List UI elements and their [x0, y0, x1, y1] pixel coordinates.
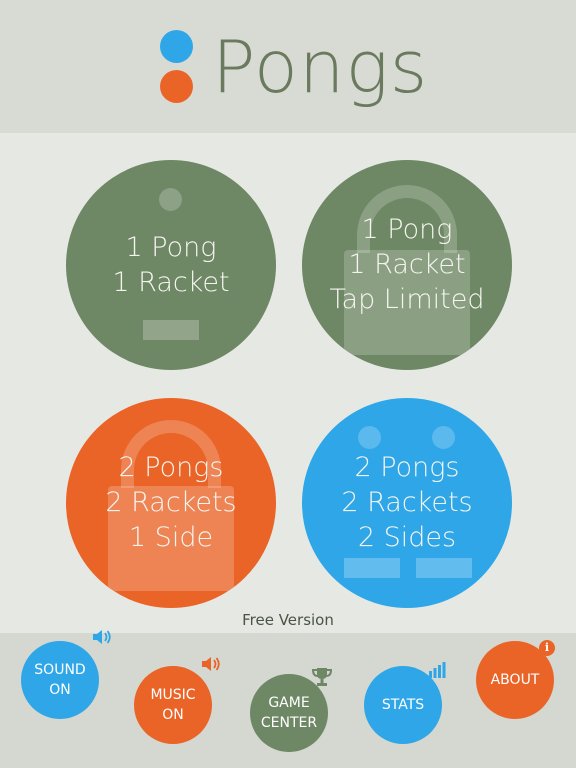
mode-line: 2 Rackets — [105, 487, 237, 518]
pong-ball-icon — [358, 426, 381, 449]
bar-chart-icon — [429, 662, 446, 678]
mode-3-one-side-button[interactable]: 2 Pongs 2 Rackets 1 Side — [66, 398, 276, 608]
mode-4-two-sides-button[interactable]: 2 Pongs 2 Rackets 2 Sides — [302, 398, 512, 608]
logo-orange-dot — [160, 70, 193, 103]
version-label: Free Version — [242, 611, 334, 629]
trophy-icon — [311, 668, 333, 686]
speaker-icon — [93, 630, 111, 644]
logo-blue-dot — [160, 30, 193, 63]
music-toggle-button[interactable]: MUSIC ON — [134, 666, 212, 744]
stats-label: STATS — [381, 697, 425, 713]
sound-state: ON — [49, 682, 71, 698]
game-center-label-1: GAME — [268, 695, 310, 711]
info-icon: i — [539, 640, 555, 656]
sound-toggle-button[interactable]: SOUND ON — [21, 641, 99, 719]
music-label: MUSIC — [150, 687, 196, 703]
header: Pongs — [0, 0, 576, 133]
mode-line: Tap Limited — [329, 284, 485, 315]
racket-icon — [143, 320, 199, 340]
about-label: ABOUT — [490, 672, 540, 688]
mode-line: 2 Sides — [357, 522, 457, 553]
speaker-icon — [202, 657, 220, 671]
app-title: Pongs — [212, 25, 429, 109]
racket-icon — [344, 558, 400, 578]
racket-icon — [416, 558, 472, 578]
mode-2-tap-limited-button[interactable]: 1 Pong 1 Racket Tap Limited — [302, 160, 512, 370]
pong-ball-icon — [432, 426, 455, 449]
mode-line: 2 Pongs — [354, 452, 460, 483]
mode-line: 1 Pong — [361, 214, 453, 245]
pong-ball-icon — [159, 188, 182, 211]
mode-line: 1 Racket — [348, 249, 466, 280]
mode-line: 1 Racket — [112, 267, 230, 298]
mode-line: 2 Pongs — [118, 452, 224, 483]
mode-line: 2 Rackets — [341, 487, 473, 518]
mode-line: 1 Pong — [125, 232, 217, 263]
music-state: ON — [162, 707, 184, 723]
sound-label: SOUND — [34, 662, 86, 678]
mode-line: 1 Side — [128, 522, 214, 553]
game-center-label-2: CENTER — [260, 715, 318, 731]
mode-1-pong-1-racket-button[interactable]: 1 Pong 1 Racket — [66, 160, 276, 370]
